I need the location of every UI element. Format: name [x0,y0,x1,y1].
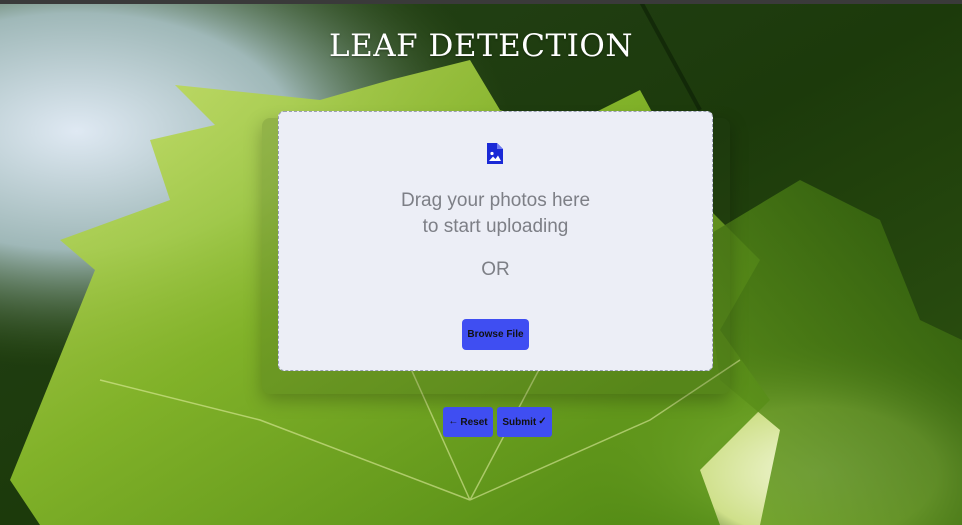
browse-file-button[interactable]: Browse File [462,319,529,350]
checkmark-icon: ✓ [538,416,547,427]
or-divider-text: OR [481,259,510,280]
app-window: LEAF DETECTION Drag your photos here to … [0,0,962,525]
page-title: LEAF DETECTION [329,28,633,64]
submit-button[interactable]: Submit ✓ [497,407,552,437]
photo-drop-zone[interactable]: Drag your photos here to start uploading… [278,111,713,371]
image-file-icon [487,143,503,164]
drag-instruction-line-2: to start uploading [422,216,569,237]
submit-label: Submit [502,416,537,428]
reset-button[interactable]: ← Reset [443,407,493,437]
arrow-left-icon: ← [448,416,459,427]
drag-instruction-line-1: Drag your photos here [400,190,591,211]
browser-top-strip [0,0,962,4]
drag-instructions: Drag your photos here to start uploading [279,188,712,240]
reset-label: Reset [460,416,488,428]
